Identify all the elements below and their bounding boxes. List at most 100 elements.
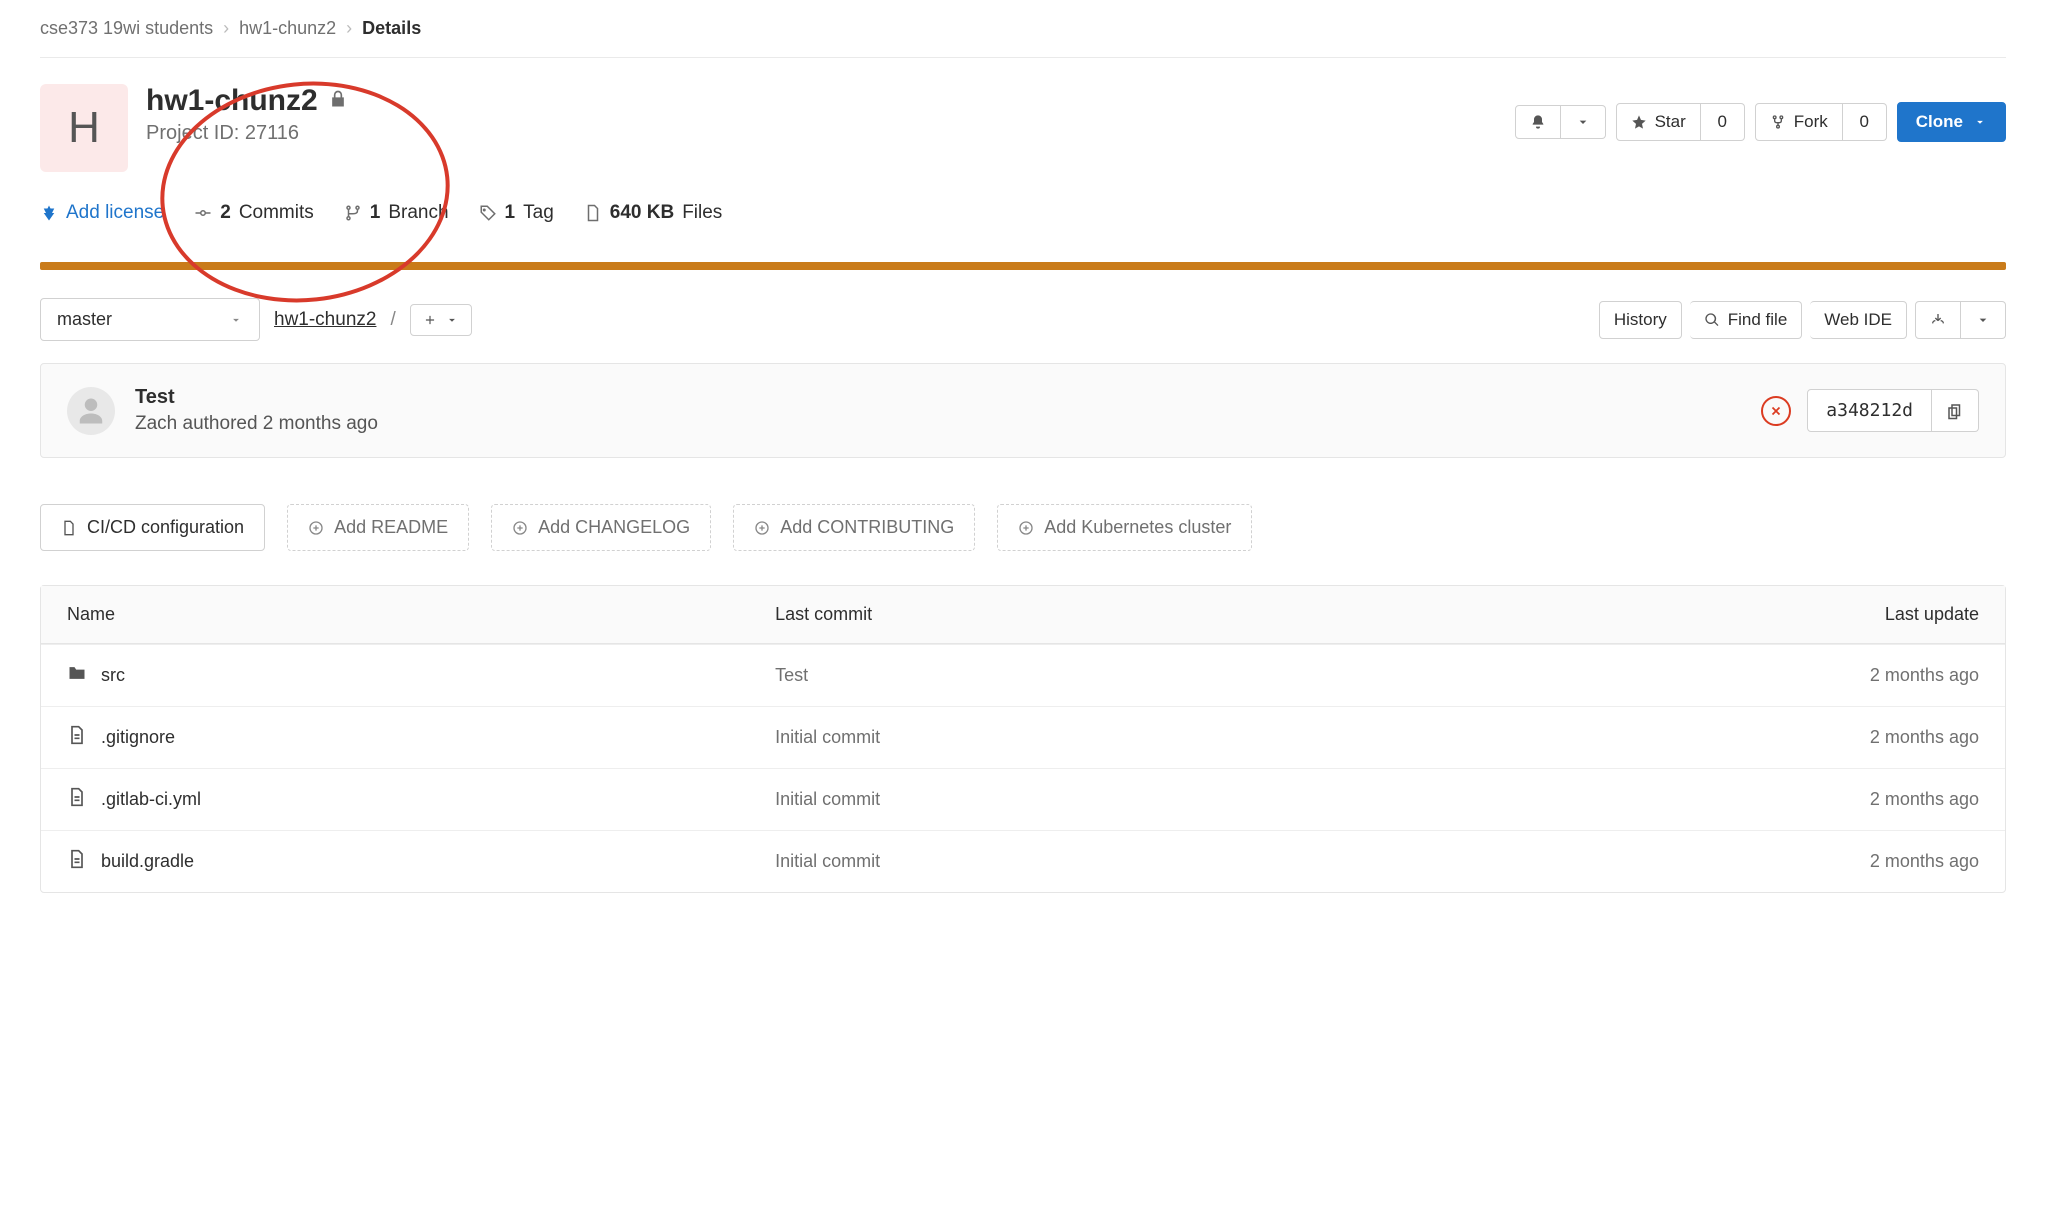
file-last-update: 2 months ago (1625, 727, 1979, 748)
tag-label: Tag (523, 202, 554, 224)
path-separator: / (390, 309, 395, 331)
branch-count: 1 (370, 202, 381, 224)
copy-sha-button[interactable] (1932, 389, 1979, 432)
pipeline-failed-icon[interactable] (1761, 396, 1791, 426)
add-contributing-label: Add CONTRIBUTING (780, 517, 954, 538)
fork-count[interactable]: 0 (1843, 103, 1887, 141)
chevron-down-icon (229, 313, 243, 327)
project-title: hw1-chunz2 (146, 84, 318, 118)
add-changelog-label: Add CHANGELOG (538, 517, 690, 538)
plus-circle-icon (308, 520, 324, 536)
file-icon (61, 520, 77, 536)
file-last-update: 2 months ago (1625, 851, 1979, 872)
download-icon (1930, 312, 1946, 328)
project-avatar: H (40, 84, 128, 172)
project-id: Project ID: 27116 (146, 122, 348, 145)
breadcrumb-current: Details (362, 18, 421, 39)
file-last-update: 2 months ago (1625, 789, 1979, 810)
download-button[interactable] (1915, 301, 1961, 339)
add-file-dropdown[interactable] (410, 304, 472, 336)
plus-circle-icon (1018, 520, 1034, 536)
table-row[interactable]: .gitlab-ci.ymlInitial commit2 months ago (41, 768, 2005, 830)
file-last-commit[interactable]: Initial commit (775, 727, 1625, 748)
chevron-right-icon: › (223, 18, 229, 39)
branches-stat[interactable]: 1 Branch (344, 202, 449, 224)
add-readme-label: Add README (334, 517, 448, 538)
commits-stat[interactable]: 2 Commits (194, 202, 314, 224)
commit-sha[interactable]: a348212d (1807, 389, 1932, 432)
fork-label: Fork (1794, 112, 1828, 132)
chevron-right-icon: › (346, 18, 352, 39)
commit-author-line: Zach authored 2 months ago (135, 413, 378, 435)
quick-actions: CI/CD configuration Add README Add CHANG… (40, 504, 2006, 551)
th-name: Name (67, 604, 775, 625)
cicd-config-button[interactable]: CI/CD configuration (40, 504, 265, 551)
table-row[interactable]: build.gradleInitial commit2 months ago (41, 830, 2005, 892)
file-name[interactable]: .gitlab-ci.yml (67, 787, 775, 812)
file-icon (67, 849, 87, 874)
user-icon (76, 396, 106, 426)
commit-icon (194, 204, 212, 222)
file-last-update: 2 months ago (1625, 665, 1979, 686)
file-last-commit[interactable]: Initial commit (775, 851, 1625, 872)
file-last-commit[interactable]: Initial commit (775, 789, 1625, 810)
find-file-button[interactable]: Find file (1690, 301, 1803, 339)
last-commit-box: Test Zach authored 2 months ago a348212d (40, 363, 2006, 458)
file-icon (67, 787, 87, 812)
add-changelog-button[interactable]: Add CHANGELOG (491, 504, 711, 551)
breadcrumb-group[interactable]: cse373 19wi students (40, 18, 213, 39)
chevron-down-icon (1973, 115, 1987, 129)
add-kubernetes-button[interactable]: Add Kubernetes cluster (997, 504, 1252, 551)
file-name[interactable]: build.gradle (67, 849, 775, 874)
file-tree-table: Name Last commit Last update srcTest2 mo… (40, 585, 2006, 893)
tag-icon (479, 204, 497, 222)
star-label: Star (1655, 112, 1686, 132)
files-stat[interactable]: 640 KB Files (584, 202, 723, 224)
star-button[interactable]: Star (1616, 103, 1701, 141)
star-count[interactable]: 0 (1701, 103, 1745, 141)
star-icon (1631, 114, 1647, 130)
clone-button[interactable]: Clone (1897, 102, 2006, 142)
folder-icon (67, 663, 87, 688)
commits-count: 2 (220, 202, 231, 224)
tree-controls: master hw1-chunz2 / History Find file We… (40, 298, 2006, 341)
branch-label: Branch (388, 202, 448, 224)
chevron-down-icon (1975, 312, 1991, 328)
language-bar (40, 262, 2006, 270)
commit-title[interactable]: Test (135, 386, 378, 409)
files-size: 640 KB (610, 202, 674, 224)
table-row[interactable]: .gitignoreInitial commit2 months ago (41, 706, 2005, 768)
add-readme-button[interactable]: Add README (287, 504, 469, 551)
th-commit: Last commit (775, 604, 1625, 625)
fork-button[interactable]: Fork (1755, 103, 1843, 141)
branch-icon (344, 204, 362, 222)
plus-icon (423, 313, 437, 327)
history-button[interactable]: History (1599, 301, 1682, 339)
plus-circle-icon (512, 520, 528, 536)
search-icon (1704, 312, 1720, 328)
file-name[interactable]: .gitignore (67, 725, 775, 750)
add-contributing-button[interactable]: Add CONTRIBUTING (733, 504, 975, 551)
tags-stat[interactable]: 1 Tag (479, 202, 554, 224)
add-license-label: Add license (66, 202, 164, 224)
chevron-down-icon (445, 313, 459, 327)
file-icon (584, 204, 602, 222)
project-header: H hw1-chunz2 Project ID: 27116 Star 0 Fo… (40, 84, 2006, 172)
path-link[interactable]: hw1-chunz2 (274, 309, 376, 331)
add-license-link[interactable]: Add license (40, 202, 164, 224)
files-label: Files (682, 202, 722, 224)
find-file-label: Find file (1728, 310, 1788, 330)
scale-icon (40, 204, 58, 222)
web-ide-button[interactable]: Web IDE (1810, 301, 1907, 339)
file-name[interactable]: src (67, 663, 775, 688)
branch-select[interactable]: master (40, 298, 260, 341)
cicd-label: CI/CD configuration (87, 517, 244, 538)
breadcrumb-project[interactable]: hw1-chunz2 (239, 18, 336, 39)
bell-icon (1530, 114, 1546, 130)
download-dropdown[interactable] (1961, 301, 2006, 339)
file-last-commit[interactable]: Test (775, 665, 1625, 686)
project-stats: Add license 2 Commits 1 Branch 1 Tag 640… (40, 202, 2006, 224)
notification-dropdown[interactable] (1515, 105, 1606, 139)
clone-label: Clone (1916, 112, 1963, 132)
table-row[interactable]: srcTest2 months ago (41, 644, 2005, 706)
